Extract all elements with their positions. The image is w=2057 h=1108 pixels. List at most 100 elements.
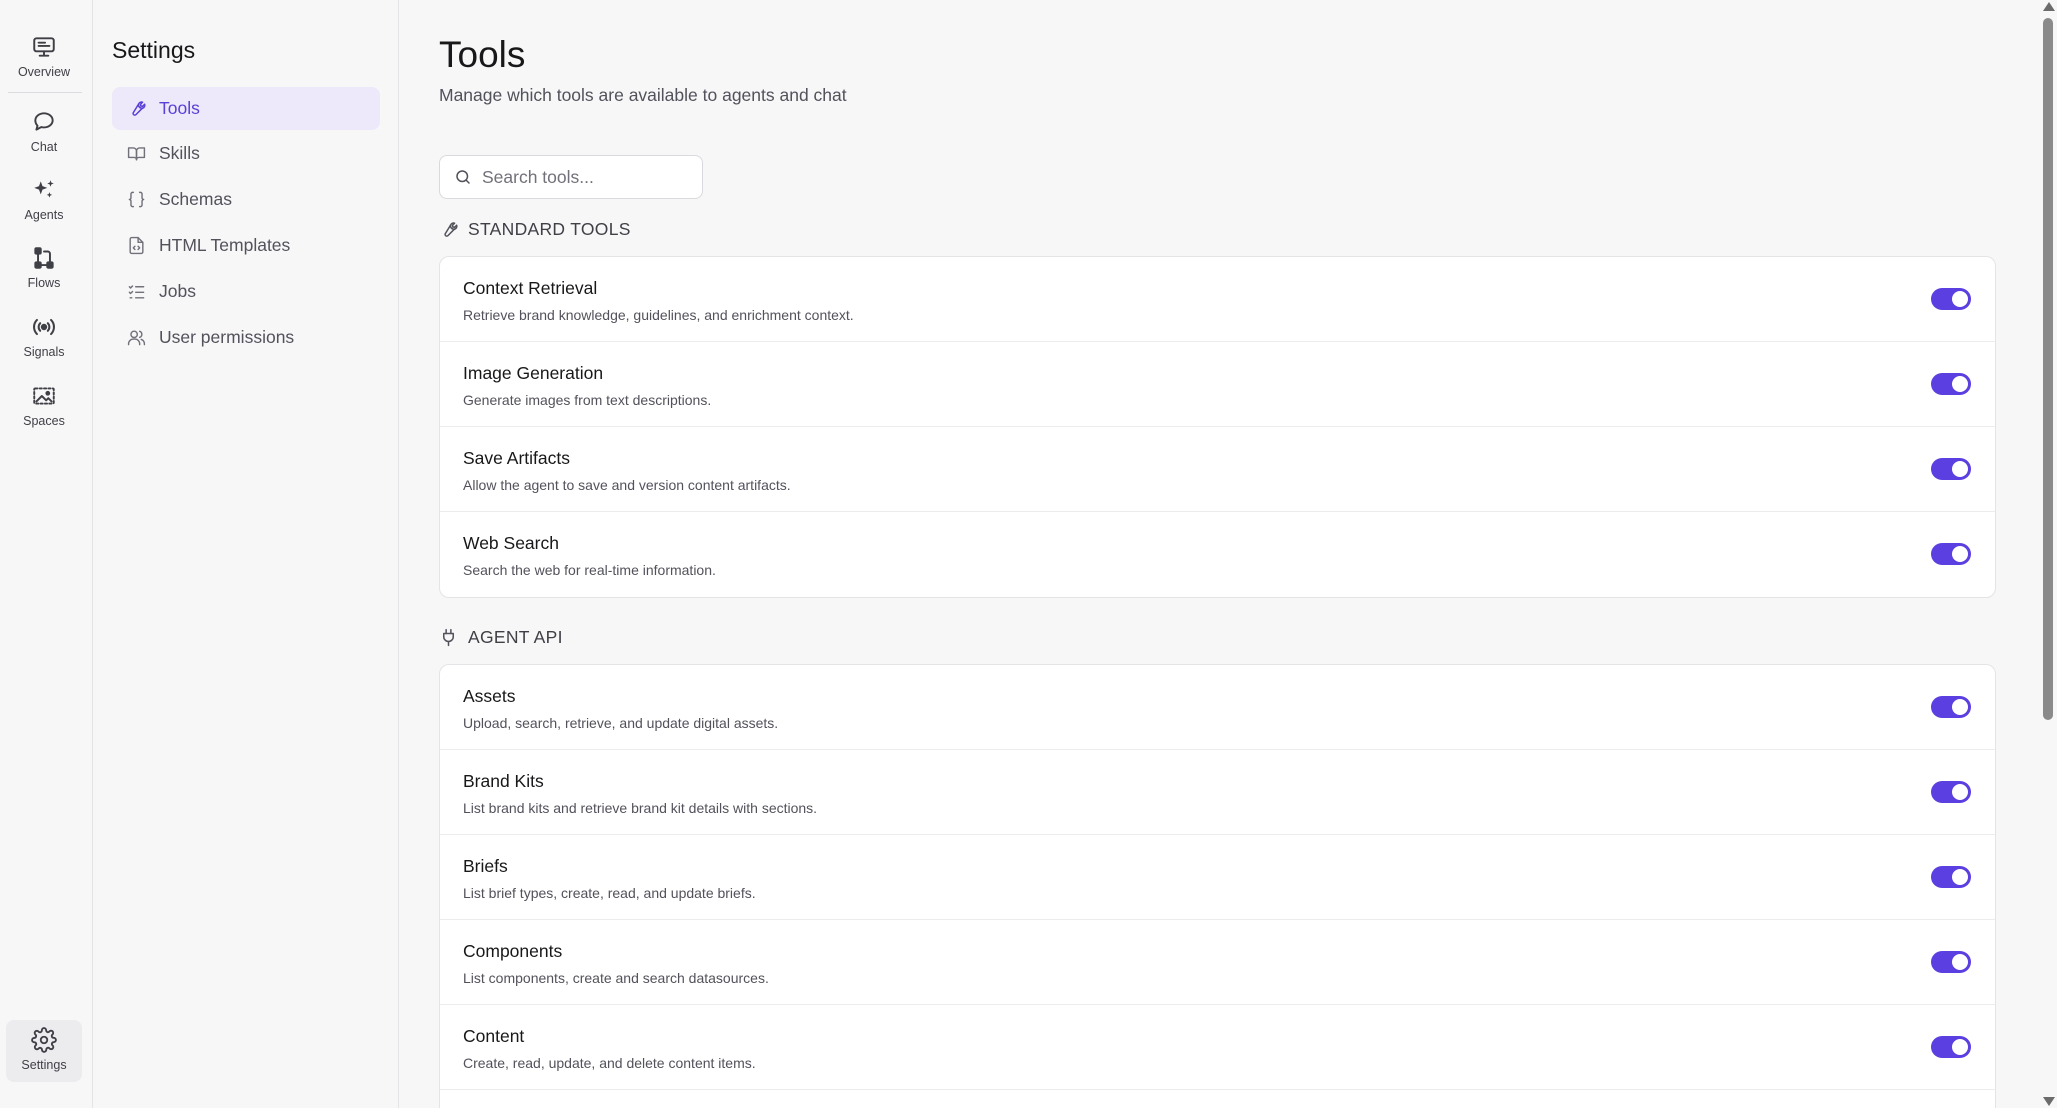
tool-toggle-components[interactable]: [1931, 951, 1971, 973]
tool-toggle-brand-kits[interactable]: [1931, 781, 1971, 803]
settings-title: Settings: [112, 37, 196, 63]
tool-row: Components List components, create and s…: [440, 920, 1995, 1005]
section-title: STANDARD TOOLS: [468, 219, 631, 239]
search-box[interactable]: [439, 155, 703, 199]
tool-name: Components: [463, 941, 563, 961]
settings-nav-jobs[interactable]: Jobs: [112, 270, 380, 313]
toggle-knob: [1952, 291, 1968, 307]
rail-item-signals[interactable]: Signals: [6, 307, 82, 369]
rail-item-agents[interactable]: Agents: [6, 170, 82, 232]
rail-item-label: Overview: [17, 65, 71, 79]
rail-item-label: Spaces: [23, 414, 65, 428]
rail-item-flows[interactable]: Flows: [6, 238, 82, 300]
toggle-knob: [1952, 784, 1968, 800]
tool-row: Image Generation Generate images from te…: [440, 342, 1995, 427]
tool-row: Briefs List brief types, create, read, a…: [440, 835, 1995, 920]
settings-nav-user-permissions[interactable]: User permissions: [112, 316, 380, 359]
scroll-thumb[interactable]: [2043, 18, 2053, 720]
tool-description: List components, create and search datas…: [463, 970, 769, 986]
tool-description: Upload, search, retrieve, and update dig…: [463, 715, 779, 731]
tool-toggle-web-search[interactable]: [1931, 543, 1971, 565]
search-icon: [454, 168, 472, 186]
page-subtitle: Manage which tools are available to agen…: [439, 85, 847, 105]
settings-nav-tools[interactable]: Tools: [112, 87, 380, 130]
tool-name: Brand Kits: [463, 771, 544, 791]
tool-row: Save Artifacts Allow the agent to save a…: [440, 427, 1995, 512]
search-input[interactable]: [482, 166, 682, 188]
gear-icon: [30, 1026, 58, 1054]
tool-toggle-assets[interactable]: [1931, 696, 1971, 718]
rail-item-spaces[interactable]: Spaces: [6, 376, 82, 438]
tool-description: Allow the agent to save and version cont…: [463, 477, 791, 493]
settings-nav-skills[interactable]: Skills: [112, 132, 380, 175]
tool-toggle-context-retrieval[interactable]: [1931, 288, 1971, 310]
image-frame-icon: [30, 382, 58, 410]
tool-description: List brief types, create, read, and upda…: [463, 885, 756, 901]
rail-item-chat[interactable]: Chat: [6, 102, 82, 164]
page-scrollbar[interactable]: [2039, 0, 2057, 1108]
plug-icon: [439, 628, 459, 648]
section-title: AGENT API: [468, 627, 563, 647]
tool-row: Context Retrieval Retrieve brand knowled…: [440, 257, 1995, 342]
tool-toggle-content[interactable]: [1931, 1036, 1971, 1058]
chat-bubble-icon: [30, 108, 58, 136]
icon-rail: Overview Chat Agents Flows Signals Space…: [0, 0, 93, 1108]
broadcast-icon: [30, 313, 58, 341]
tool-name: Web Search: [463, 533, 559, 553]
tool-toggle-image-generation[interactable]: [1931, 373, 1971, 395]
toggle-knob: [1952, 1039, 1968, 1055]
main-content: Tools Manage which tools are available t…: [399, 0, 2039, 1108]
tool-toggle-save-artifacts[interactable]: [1931, 458, 1971, 480]
toggle-knob: [1952, 699, 1968, 715]
tool-row: Brand Kits List brand kits and retrieve …: [440, 750, 1995, 835]
braces-icon: [126, 190, 146, 210]
settings-nav-html-templates[interactable]: HTML Templates: [112, 224, 380, 267]
toggle-knob: [1952, 376, 1968, 392]
settings-nav-label: Jobs: [159, 281, 196, 301]
tool-name: Image Generation: [463, 363, 604, 383]
page-title: Tools: [439, 34, 526, 75]
settings-nav-label: Skills: [159, 143, 200, 163]
settings-nav-label: User permissions: [159, 327, 295, 347]
standard-tools-card: Context Retrieval Retrieve brand knowled…: [439, 256, 1996, 598]
app-root: Overview Chat Agents Flows Signals Space…: [0, 0, 2057, 1108]
settings-nav-label: Tools: [159, 98, 200, 118]
section-header-standard-tools: STANDARD TOOLS: [439, 219, 631, 240]
tool-name: Assets: [463, 686, 516, 706]
tool-row: Assets Upload, search, retrieve, and upd…: [440, 665, 1995, 750]
agent-api-card: Assets Upload, search, retrieve, and upd…: [439, 664, 1996, 1108]
file-code-icon: [126, 236, 146, 256]
toggle-knob: [1952, 461, 1968, 477]
rail-item-label: Flows: [27, 276, 61, 290]
rail-divider: [8, 92, 82, 93]
settings-nav-schemas[interactable]: Schemas: [112, 178, 380, 221]
tool-name: Content: [463, 1026, 525, 1046]
tool-description: List brand kits and retrieve brand kit d…: [463, 800, 818, 816]
monitor-icon: [30, 33, 58, 61]
tool-description: Generate images from text descriptions.: [463, 392, 712, 408]
wrench-icon: [439, 220, 459, 240]
checklist-icon: [126, 282, 146, 302]
tool-description: Search the web for real-time information…: [463, 562, 716, 578]
tool-toggle-briefs[interactable]: [1931, 866, 1971, 888]
sparkles-icon: [30, 176, 58, 204]
toggle-knob: [1952, 869, 1968, 885]
tool-name: Context Retrieval: [463, 278, 598, 298]
toggle-knob: [1952, 954, 1968, 970]
rail-item-settings[interactable]: Settings: [6, 1020, 82, 1082]
scroll-up-arrow-icon[interactable]: [2043, 2, 2055, 11]
rail-item-label: Chat: [30, 140, 58, 154]
book-icon: [126, 144, 146, 164]
tool-name: Briefs: [463, 856, 508, 876]
settings-sidebar: Settings Tools Skills Schemas HTML Templ…: [93, 0, 399, 1108]
toggle-knob: [1952, 546, 1968, 562]
scroll-down-arrow-icon[interactable]: [2043, 1097, 2055, 1106]
tool-description: Retrieve brand knowledge, guidelines, an…: [463, 307, 854, 323]
tool-description: Create, read, update, and delete content…: [463, 1055, 756, 1071]
rail-item-label: Signals: [23, 345, 65, 359]
tool-row: Content Create, read, update, and delete…: [440, 1005, 1995, 1090]
tool-name: Save Artifacts: [463, 448, 570, 468]
settings-nav-label: HTML Templates: [159, 235, 291, 255]
tool-row: Web Search Search the web for real-time …: [440, 512, 1995, 597]
rail-item-overview[interactable]: Overview: [6, 27, 82, 89]
